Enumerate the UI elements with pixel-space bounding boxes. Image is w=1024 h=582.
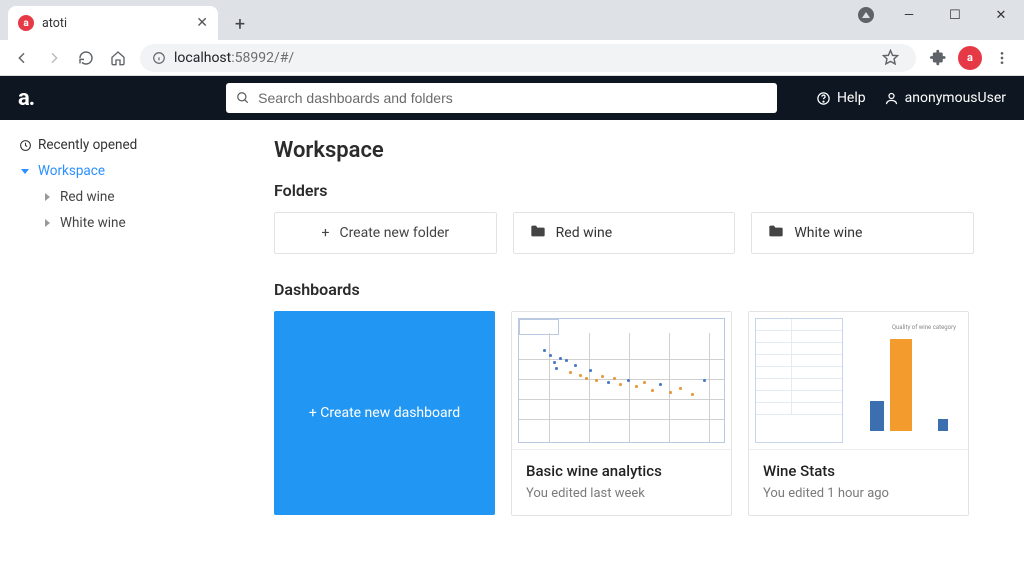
url-input[interactable]: localhost:58992/#/ — [140, 44, 916, 72]
dashboard-thumbnail: Quality of wine category — [749, 312, 968, 450]
star-icon[interactable] — [876, 44, 904, 72]
app-logo: a. — [18, 86, 34, 111]
page-title: Workspace — [274, 138, 974, 163]
sidebar-item-redwine[interactable]: Red wine — [0, 184, 260, 210]
dashboard-title: Basic wine analytics — [526, 462, 717, 480]
minimize-button[interactable]: ― — [886, 0, 932, 30]
search-icon — [236, 91, 250, 105]
folder-icon — [530, 224, 546, 242]
url-path: :58992/#/ — [231, 50, 294, 66]
chevron-right-icon — [40, 219, 54, 227]
dashboard-thumbnail — [512, 312, 731, 450]
sidebar-item-label: Red wine — [60, 189, 114, 205]
sidebar-item-label: Recently opened — [38, 137, 137, 153]
search-box[interactable] — [226, 83, 777, 113]
sidebar-recently-opened[interactable]: Recently opened — [0, 132, 260, 158]
chevron-right-icon — [40, 193, 54, 201]
sidebar-workspace[interactable]: Workspace — [0, 158, 260, 184]
favicon-icon: a — [18, 15, 34, 31]
app-header: a. Help anonymousUser — [0, 76, 1024, 120]
user-label: anonymousUser — [905, 90, 1006, 106]
dashboard-title: Wine Stats — [763, 462, 954, 480]
profile-indicator-icon[interactable] — [846, 0, 886, 30]
tab-title: atoti — [42, 16, 188, 31]
folder-label: White wine — [794, 225, 862, 241]
help-link[interactable]: Help — [816, 90, 866, 106]
sidebar-item-whitewine[interactable]: White wine — [0, 210, 260, 236]
url-host: localhost — [174, 50, 231, 66]
dashboard-card-analytics[interactable]: Basic wine analytics You edited last wee… — [511, 311, 732, 516]
help-icon — [816, 91, 831, 106]
address-bar: localhost:58992/#/ a — [0, 40, 1024, 76]
create-folder-button[interactable]: + Create new folder — [274, 212, 497, 254]
dashboards-heading: Dashboards — [274, 280, 974, 299]
profile-avatar[interactable]: a — [956, 44, 984, 72]
new-tab-button[interactable]: + — [226, 10, 254, 38]
sidebar-item-label: White wine — [60, 215, 126, 231]
folders-heading: Folders — [274, 181, 974, 200]
folder-card-redwine[interactable]: Red wine — [513, 212, 736, 254]
folder-card-whitewine[interactable]: White wine — [751, 212, 974, 254]
chevron-down-icon — [18, 169, 32, 174]
search-input[interactable] — [258, 90, 767, 106]
create-dashboard-label: Create new dashboard — [320, 405, 460, 421]
menu-icon[interactable] — [988, 44, 1016, 72]
help-label: Help — [837, 90, 866, 106]
folder-label: Red wine — [556, 225, 613, 241]
dashboard-subtitle: You edited 1 hour ago — [763, 486, 954, 501]
close-icon[interactable]: ✕ — [196, 15, 208, 31]
sidebar-item-label: Workspace — [38, 163, 105, 179]
create-dashboard-button[interactable]: + Create new dashboard — [274, 311, 495, 515]
sidebar: Recently opened Workspace Red wine White… — [0, 120, 260, 582]
reload-button[interactable] — [72, 44, 100, 72]
create-folder-label: Create new folder — [339, 225, 449, 241]
dashboard-card-stats[interactable]: Quality of wine category Wine Stats You … — [748, 311, 969, 516]
plus-icon: + — [322, 225, 330, 241]
browser-tab[interactable]: a atoti ✕ — [8, 6, 218, 40]
close-window-button[interactable]: ✕ — [978, 0, 1024, 30]
back-button[interactable] — [8, 44, 36, 72]
browser-tab-strip: a atoti ✕ + ― ☐ ✕ — [0, 0, 1024, 40]
user-icon — [884, 91, 899, 106]
home-button[interactable] — [104, 44, 132, 72]
forward-button[interactable] — [40, 44, 68, 72]
info-icon — [152, 51, 166, 65]
extensions-icon[interactable] — [924, 44, 952, 72]
dashboard-subtitle: You edited last week — [526, 486, 717, 501]
clock-icon — [18, 139, 32, 152]
user-menu[interactable]: anonymousUser — [884, 90, 1006, 106]
maximize-button[interactable]: ☐ — [932, 0, 978, 30]
folder-icon — [768, 224, 784, 242]
content-area: Workspace Folders + Create new folder Re… — [260, 120, 1024, 582]
plus-icon: + — [309, 405, 320, 421]
